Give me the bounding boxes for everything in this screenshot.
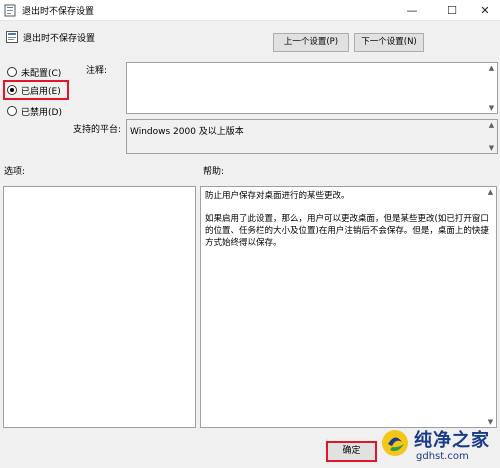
site-watermark: 纯净之家 gdhst.com [380, 420, 500, 468]
radio-not-configured[interactable]: 未配置(C) [7, 65, 61, 79]
scroll-up-icon[interactable]: ▲ [485, 187, 496, 197]
ok-button[interactable]: 确定 [326, 441, 377, 462]
comment-textarea[interactable]: ▲ ▼ [126, 62, 498, 114]
scroll-up-icon[interactable]: ▲ [486, 63, 497, 73]
platform-value: Windows 2000 及以上版本 [130, 127, 244, 137]
policy-setting-icon [6, 31, 18, 43]
help-panel[interactable]: 防止用户保存对桌面进行的某些更改。 如果启用了此设置，那么，用户可以更改桌面，但… [200, 186, 497, 428]
previous-setting-button[interactable]: 上一个设置(P) [273, 33, 349, 52]
options-panel [3, 186, 196, 428]
help-paragraph-1: 防止用户保存对桌面进行的某些更改。 [205, 191, 350, 201]
policy-app-icon [4, 4, 16, 17]
radio-circle[interactable] [7, 67, 17, 77]
radio-circle[interactable] [7, 106, 17, 116]
scroll-up-icon[interactable]: ▲ [486, 120, 497, 130]
scroll-down-icon[interactable]: ▼ [486, 103, 497, 113]
options-label: 选项: [4, 167, 26, 177]
window-title: 退出时不保存设置 [22, 7, 95, 17]
next-setting-button[interactable]: 下一个设置(N) [354, 33, 424, 52]
watermark-text: 纯净之家 [414, 430, 490, 451]
scroll-down-icon[interactable]: ▼ [486, 143, 497, 153]
policy-name: 退出时不保存设置 [23, 34, 96, 44]
comment-scrollbar[interactable]: ▲ ▼ [486, 63, 497, 113]
help-paragraph-2: 如果启用了此设置，那么，用户可以更改桌面，但是某些更改(如已打开窗口的位置、任务… [205, 214, 489, 248]
close-button[interactable]: ✕ [470, 0, 500, 21]
maximize-button[interactable]: ☐ [437, 0, 467, 21]
help-scrollbar[interactable]: ▲ ▼ [485, 187, 496, 427]
radio-disabled[interactable]: 已禁用(D) [7, 104, 62, 118]
title-bar: 退出时不保存设置 — ☐ ✕ [0, 0, 500, 21]
platform-scrollbar[interactable]: ▲ ▼ [486, 120, 497, 153]
radio-not-configured-label: 未配置(C) [21, 68, 62, 79]
platform-field: Windows 2000 及以上版本 ▲ ▼ [126, 119, 498, 154]
watermark-url: gdhst.com [416, 451, 469, 462]
minimize-button[interactable]: — [397, 0, 427, 21]
comment-label: 注释: [86, 66, 108, 76]
watermark-logo-icon [382, 430, 408, 456]
radio-disabled-label: 已禁用(D) [21, 107, 62, 118]
enabled-highlight-box [3, 80, 69, 100]
platform-label: 支持的平台: [73, 125, 122, 135]
help-label: 帮助: [203, 167, 225, 177]
